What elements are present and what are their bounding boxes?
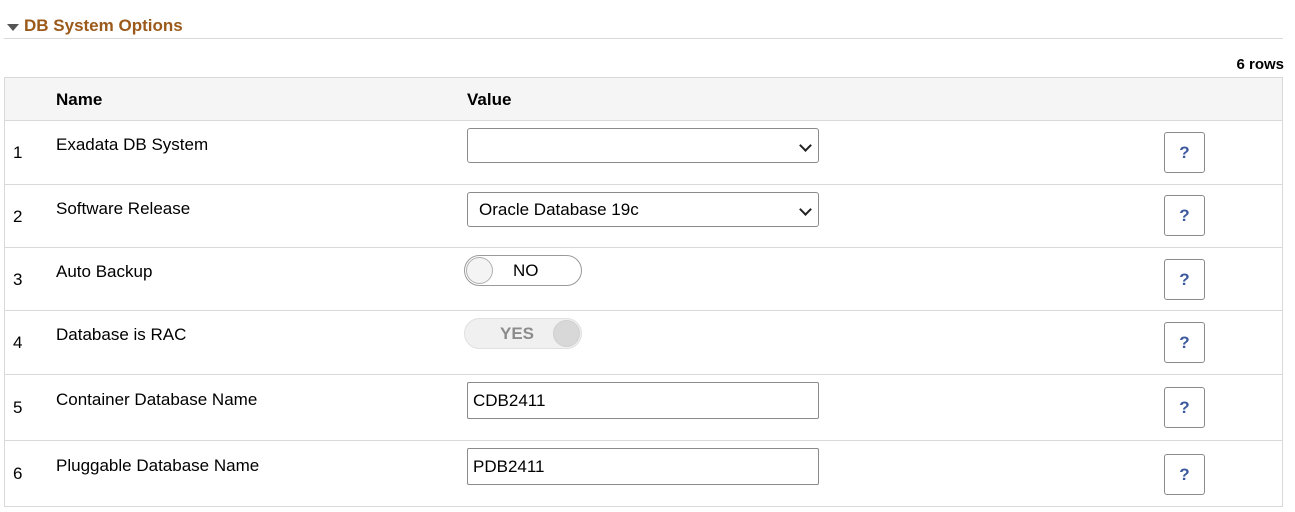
help-button-software-release[interactable]: ? (1164, 195, 1205, 236)
help-button-exadata-db-system[interactable]: ? (1164, 132, 1205, 173)
help-button-container-database-name[interactable]: ? (1164, 387, 1205, 428)
section-title[interactable]: DB System Options (24, 16, 183, 36)
toggle-label: NO (513, 261, 539, 280)
question-mark-icon: ? (1179, 143, 1190, 162)
toggle-knob (466, 257, 493, 284)
row-number: 4 (13, 333, 23, 352)
help-button-auto-backup[interactable]: ? (1164, 259, 1205, 300)
table-row: 3 Auto Backup NO ? (5, 248, 1282, 311)
row-name: Software Release (56, 199, 191, 218)
section-header: DB System Options (4, 14, 1283, 39)
select-value: Oracle Database 19c (479, 200, 639, 219)
table-row: 2 Software Release Oracle Database 19c ? (5, 185, 1282, 248)
table-row: 5 Container Database Name ? (5, 375, 1282, 441)
question-mark-icon: ? (1179, 270, 1190, 289)
pluggable-database-name-input[interactable] (467, 448, 819, 485)
table-row: 6 Pluggable Database Name ? (5, 441, 1282, 507)
question-mark-icon: ? (1179, 398, 1190, 417)
row-number: 1 (13, 143, 23, 162)
help-button-pluggable-database-name[interactable]: ? (1164, 454, 1205, 495)
db-options-grid: Name Value 1 Exadata DB System ? 2 Softw… (4, 77, 1283, 507)
exadata-db-system-select[interactable] (467, 128, 819, 163)
row-name: Exadata DB System (56, 135, 209, 154)
help-button-database-is-rac[interactable]: ? (1164, 322, 1205, 363)
question-mark-icon: ? (1179, 206, 1190, 225)
row-number: 5 (13, 398, 23, 417)
collapse-triangle-icon[interactable] (7, 24, 19, 31)
container-database-name-input[interactable] (467, 382, 819, 419)
row-name: Pluggable Database Name (56, 456, 260, 475)
toggle-label: YES (500, 324, 535, 343)
database-is-rac-toggle[interactable]: YES (464, 318, 582, 349)
chevron-down-icon (799, 203, 812, 216)
toggle-knob (553, 320, 580, 347)
row-count: 6 rows (1236, 56, 1284, 73)
auto-backup-toggle[interactable]: NO (464, 255, 582, 286)
table-row: 1 Exadata DB System ? (5, 121, 1282, 185)
chevron-down-icon (799, 139, 812, 152)
column-header-name: Name (56, 90, 103, 109)
row-number: 2 (13, 207, 23, 226)
row-name: Database is RAC (56, 325, 187, 344)
column-header-value: Value (467, 90, 512, 109)
software-release-select[interactable]: Oracle Database 19c (467, 192, 819, 227)
table-row: 4 Database is RAC YES ? (5, 311, 1282, 375)
row-name: Auto Backup (56, 262, 153, 281)
grid-header: Name Value (5, 78, 1282, 121)
row-name: Container Database Name (56, 390, 258, 409)
question-mark-icon: ? (1179, 465, 1190, 484)
question-mark-icon: ? (1179, 333, 1190, 352)
row-number: 6 (13, 464, 23, 483)
row-number: 3 (13, 270, 23, 289)
